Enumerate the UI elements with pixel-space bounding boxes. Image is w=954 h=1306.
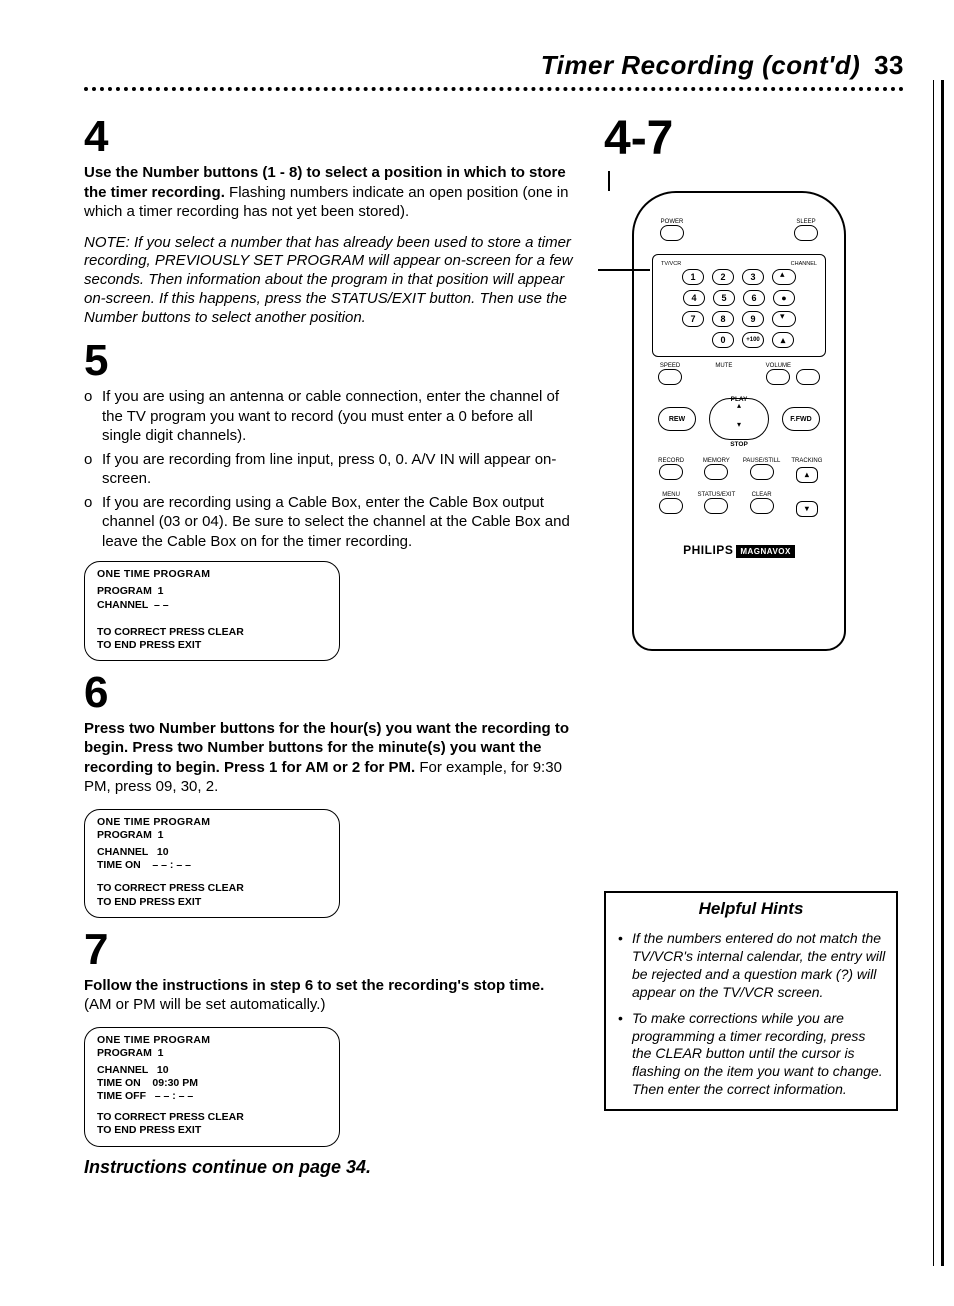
osd1-foot1: TO CORRECT PRESS CLEAR	[97, 626, 327, 639]
transport-controls: PLAY REW ▴ ▾ F.FWD STOP	[660, 398, 818, 440]
osd-screen-2: ONE TIME PROGRAM PROGRAM 1 CHANNEL 10 TI…	[84, 809, 340, 918]
step-number-6: 6	[84, 671, 574, 715]
step-number-4: 4	[84, 115, 574, 159]
osd3-line3: TIME ON 09:30 PM	[97, 1077, 327, 1090]
label-tracking: TRACKING	[788, 458, 826, 464]
page-edge-dark	[941, 80, 944, 1266]
helpful-hints-box: Helpful Hints •If the numbers entered do…	[604, 891, 898, 1111]
osd1-line1: PROGRAM 1	[97, 585, 327, 598]
blank-button: ▴	[772, 332, 794, 348]
channel-down: ▾	[772, 311, 796, 327]
number-pad: TV/VCR CHANNEL 1 2 3 ▴ 4 5 6 ●	[652, 254, 826, 357]
osd2-line1: PROGRAM 1	[97, 829, 327, 842]
right-column: 4-7 POWER SLEEP TV/VCR	[604, 115, 904, 1178]
label-stop: STOP	[660, 441, 818, 448]
osd2-foot2: TO END PRESS EXIT	[97, 896, 327, 909]
osd3-foot2: TO END PRESS EXIT	[97, 1124, 327, 1137]
osd1-foot2: TO END PRESS EXIT	[97, 639, 327, 652]
hint-1: If the numbers entered do not match the …	[632, 930, 886, 1002]
menu-button	[659, 498, 683, 514]
pause-button	[750, 464, 774, 480]
label-channel: CHANNEL	[791, 261, 817, 267]
hint-2: To make corrections while you are progra…	[632, 1010, 886, 1100]
memory-button	[704, 464, 728, 480]
status-exit-button	[704, 498, 728, 514]
num-3: 3	[742, 269, 764, 285]
num-2: 2	[712, 269, 734, 285]
num-9: 9	[742, 311, 764, 327]
volume-down	[766, 369, 790, 385]
tracking-up: ▴	[796, 467, 818, 483]
num-1: 1	[682, 269, 704, 285]
label-mute: MUTE	[712, 363, 736, 369]
osd-screen-3: ONE TIME PROGRAM PROGRAM 1 CHANNEL 10 TI…	[84, 1027, 340, 1147]
header-title: Timer Recording (cont'd)	[541, 50, 861, 80]
remote-illustration: POWER SLEEP TV/VCR CHANNEL 1	[632, 191, 846, 651]
step-5-item-1: If you are using an antenna or cable con…	[102, 387, 574, 446]
osd1-title: ONE TIME PROGRAM	[97, 568, 327, 581]
speed-button	[658, 369, 682, 385]
sleep-button	[794, 225, 818, 241]
step-4-note: NOTE: If you select a number that has al…	[84, 234, 574, 328]
osd2-foot1: TO CORRECT PRESS CLEAR	[97, 882, 327, 895]
record-button	[659, 464, 683, 480]
step-7-bold: Follow the instructions in step 6 to set…	[84, 977, 544, 994]
osd3-line4: TIME OFF – – : – –	[97, 1090, 327, 1103]
left-column: 4 Use the Number buttons (1 - 8) to sele…	[84, 115, 574, 1178]
osd3-foot1: TO CORRECT PRESS CLEAR	[97, 1111, 327, 1124]
rew-button: REW	[658, 407, 696, 431]
step-7-rest: (AM or PM will be set automatically.)	[84, 996, 325, 1013]
osd1-line2: CHANNEL – –	[97, 599, 327, 612]
step-5-list: oIf you are using an antenna or cable co…	[84, 387, 574, 551]
osd-screen-1: ONE TIME PROGRAM PROGRAM 1 CHANNEL – – T…	[84, 561, 340, 661]
step-4-text: Use the Number buttons (1 - 8) to select…	[84, 163, 574, 222]
channel-up: ▴	[772, 269, 796, 285]
continue-text: Instructions continue on page 34.	[84, 1157, 574, 1178]
osd3-line2: CHANNEL 10	[97, 1064, 327, 1077]
clear-button	[750, 498, 774, 514]
brand-magnavox: MAGNAVOX	[736, 545, 795, 558]
step-number-7: 7	[84, 928, 574, 972]
step-range-label: 4-7	[604, 115, 904, 163]
num-8: 8	[712, 311, 734, 327]
osd3-line1: PROGRAM 1	[97, 1047, 327, 1060]
divider-dotted	[84, 87, 904, 91]
volume-up	[796, 369, 820, 385]
tracking-down: ▾	[796, 501, 818, 517]
hints-title: Helpful Hints	[606, 893, 896, 924]
osd2-line3: TIME ON – – : – –	[97, 859, 327, 872]
label-tvvcr: TV/VCR	[661, 261, 681, 267]
num-6: 6	[743, 290, 765, 306]
num-5: 5	[713, 290, 735, 306]
step-5-item-2: If you are recording from line input, pr…	[102, 450, 574, 489]
header-page-number: 33	[874, 50, 904, 80]
step-5-item-3: If you are recording using a Cable Box, …	[102, 493, 574, 552]
remote-brand: PHILIPSMAGNAVOX	[634, 543, 844, 557]
pointer-to-numpad	[598, 269, 650, 271]
rec-indicator: ●	[773, 290, 795, 306]
brand-philips: PHILIPS	[683, 543, 733, 557]
osd2-line2: CHANNEL 10	[97, 846, 327, 859]
osd2-title: ONE TIME PROGRAM	[97, 816, 327, 829]
page-content: Timer Recording (cont'd) 33 4 Use the Nu…	[84, 50, 904, 1178]
play-stop-oval: ▴ ▾	[709, 398, 769, 440]
pointer-vertical	[608, 171, 904, 191]
num-plus100: +100	[742, 332, 764, 348]
num-4: 4	[683, 290, 705, 306]
osd3-title: ONE TIME PROGRAM	[97, 1034, 327, 1047]
num-7: 7	[682, 311, 704, 327]
step-number-5: 5	[84, 339, 574, 383]
ffwd-button: F.FWD	[782, 407, 820, 431]
power-button	[660, 225, 684, 241]
step-7-text: Follow the instructions in step 6 to set…	[84, 976, 574, 1015]
page-header: Timer Recording (cont'd) 33	[84, 50, 904, 81]
num-0: 0	[712, 332, 734, 348]
step-6-text: Press two Number buttons for the hour(s)…	[84, 719, 574, 797]
page-edge-light	[933, 80, 934, 1266]
